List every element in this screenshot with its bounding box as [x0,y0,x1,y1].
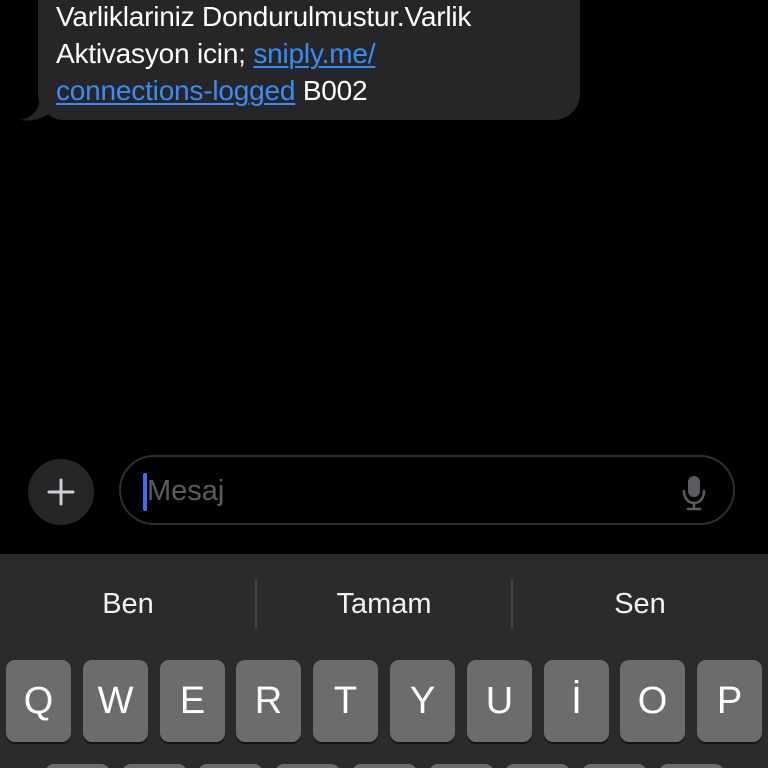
key-second-row[interactable] [429,764,494,768]
key-second-row[interactable] [275,764,340,768]
messages-screen: Varliklariniz Dondurulmustur.Varlik Akti… [0,0,768,768]
message-text: Varliklariniz Dondurulmustur.Varlik Akti… [56,0,562,109]
message-input-placeholder: Mesaj [147,475,225,507]
plus-icon [47,478,75,506]
key-second-row[interactable] [659,764,724,768]
incoming-message-bubble: Varliklariniz Dondurulmustur.Varlik Akti… [38,0,580,120]
key-r[interactable]: R [236,660,301,742]
message-link-part-1[interactable]: sniply.me/ [253,38,375,69]
microphone-icon[interactable] [681,475,707,511]
suggestion-sen[interactable]: Sen [512,578,768,630]
suggestion-tamam[interactable]: Tamam [256,578,512,630]
key-p[interactable]: P [697,660,762,742]
suggestion-ben[interactable]: Ben [0,578,256,630]
message-link-part-2[interactable]: connections-logged [56,75,295,106]
key-second-row[interactable] [45,764,110,768]
message-line-2: Aktivasyon icin; [56,38,254,69]
keyboard: Ben Tamam Sen Q W E R T Y U İ O P [0,554,768,768]
key-y[interactable]: Y [390,660,455,742]
key-second-row[interactable] [505,764,570,768]
message-input[interactable]: Mesaj [119,455,735,525]
key-w[interactable]: W [83,660,148,742]
key-o[interactable]: O [620,660,685,742]
message-code: B002 [295,75,368,106]
key-t[interactable]: T [313,660,378,742]
key-u[interactable]: U [467,660,532,742]
message-line-1: Varliklariniz Dondurulmustur.Varlik [56,1,472,32]
add-attachment-button[interactable] [28,459,94,525]
key-second-row[interactable] [122,764,187,768]
key-i-dotted[interactable]: İ [544,660,609,742]
predictive-bar: Ben Tamam Sen [0,578,768,630]
key-second-row[interactable] [198,764,263,768]
key-e[interactable]: E [160,660,225,742]
key-second-row[interactable] [582,764,647,768]
key-second-row[interactable] [352,764,417,768]
key-q[interactable]: Q [6,660,71,742]
